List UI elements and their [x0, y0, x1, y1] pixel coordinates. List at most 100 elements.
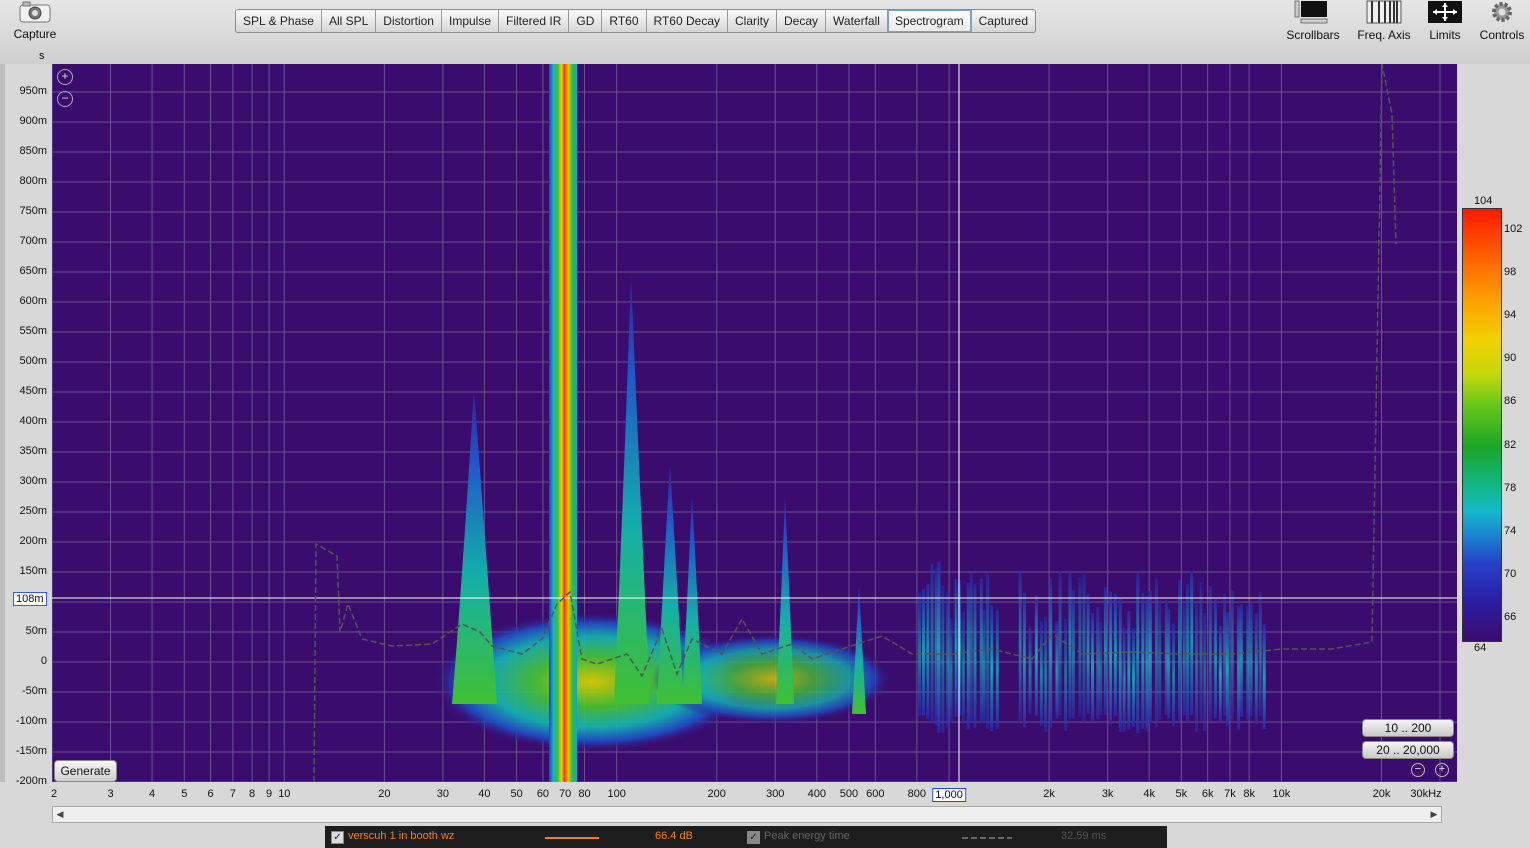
hf-energy-bar [1082, 574, 1086, 723]
tab-spl-phase[interactable]: SPL & Phase [236, 10, 322, 32]
x-tick-label: 50 [510, 788, 523, 800]
high-freq-energy [918, 562, 1266, 734]
hf-energy-bar [1028, 626, 1032, 715]
tab-rt60[interactable]: RT60 [602, 10, 647, 32]
controls-label: Controls [1479, 28, 1525, 42]
hf-energy-bar [1167, 608, 1171, 719]
y-tick-label: 900m [19, 115, 47, 127]
y-tick-label: 300m [19, 475, 47, 487]
x-tick-label: 500 [839, 788, 859, 800]
tab-clarity[interactable]: Clarity [728, 10, 778, 32]
hf-energy-bar [986, 573, 990, 729]
x-tick-label: 4 [148, 788, 156, 800]
peak-energy-label: Peak energy time [764, 830, 850, 842]
x-tick-label: 80 [578, 788, 591, 800]
hf-energy-bar [1218, 625, 1222, 722]
spectrogram-plot[interactable]: + − [52, 64, 1457, 782]
hf-energy-bar [1262, 624, 1266, 730]
color-scale-tick: 66 [1504, 611, 1517, 624]
y-tick-label: 650m [19, 265, 47, 277]
color-scale-tick: 94 [1504, 309, 1517, 321]
gear-icon [1492, 2, 1512, 22]
range-10-200-button[interactable]: 10 .. 200 [1362, 719, 1454, 737]
x-tick-label: 9 [266, 788, 273, 800]
capture-label: Capture [13, 27, 57, 41]
tab-spectrogram[interactable]: Spectrogram [887, 10, 972, 32]
tab-waterfall[interactable]: Waterfall [826, 10, 888, 32]
x-tick-label: 8 [249, 788, 256, 800]
color-scale-bar [1462, 208, 1502, 642]
scroll-right-icon[interactable]: ▶ [1427, 807, 1441, 822]
color-scale-tick: 74 [1504, 525, 1517, 537]
zoom-in-icon[interactable]: + [57, 69, 73, 85]
y-tick-label: 350m [19, 445, 47, 457]
color-scale-max: 104 [1474, 195, 1493, 207]
tab-decay[interactable]: Decay [777, 10, 827, 32]
y-tick-label: 500m [19, 355, 47, 367]
trace-line-icon [545, 837, 599, 839]
hf-energy-bar [1103, 587, 1107, 715]
hf-energy-bar [1178, 579, 1182, 721]
hf-energy-bar [930, 563, 934, 724]
hf-energy-bar [1246, 605, 1250, 721]
analysis-tabs: SPL & Phase All SPL Distortion Impulse F… [235, 9, 1037, 33]
freq-axis-icon [1366, 0, 1402, 24]
x-zoom-in-icon[interactable]: + [1435, 763, 1449, 777]
tab-gd[interactable]: GD [569, 10, 603, 32]
x-tick-label: 2k [1043, 788, 1055, 800]
x-tick-label: 40 [478, 788, 491, 800]
hf-energy-bar [990, 604, 994, 732]
trace-value: 66.4 dB [655, 830, 693, 842]
zoom-out-icon[interactable]: − [57, 91, 73, 107]
x-tick-label: 600 [866, 788, 885, 800]
x-tick-label: 6 [207, 788, 214, 800]
cursor-y-readout: 108m [13, 592, 47, 606]
x-tick-label: 70 [559, 788, 572, 800]
hf-energy-bar [949, 618, 953, 723]
hf-energy-bar [1239, 604, 1243, 717]
trace-checkbox[interactable]: ✓ [331, 831, 344, 844]
y-tick-label: -150m [15, 745, 47, 757]
x-zoom-out-icon[interactable]: − [1411, 763, 1425, 777]
color-scale-min: 64 [1474, 642, 1487, 654]
hf-energy-bar [1113, 594, 1117, 717]
freq-axis-label: Freq. Axis [1357, 28, 1411, 42]
tab-distortion[interactable]: Distortion [376, 10, 442, 32]
peak-energy-checkbox[interactable]: ✓ [747, 831, 760, 844]
hf-energy-bar [934, 568, 938, 726]
x-tick-label: 6k [1201, 788, 1214, 800]
x-tick-label: 300 [766, 788, 785, 800]
y-tick-label: 800m [19, 175, 47, 187]
tab-filtered-ir[interactable]: Filtered IR [499, 10, 570, 32]
x-tick-label: 4k [1143, 788, 1155, 800]
x-tick-label: 200 [707, 788, 726, 800]
hf-energy-bar [973, 583, 977, 728]
x-tick-label: 10 [278, 788, 291, 800]
y-tick-label: 0 [40, 655, 47, 667]
horizontal-scrollbar[interactable]: ◀ ▶ [52, 806, 1442, 823]
tab-captured[interactable]: Captured [972, 10, 1035, 32]
tab-all-spl[interactable]: All SPL [322, 10, 377, 32]
hf-energy-bar [1237, 606, 1241, 730]
hf-energy-bar [1254, 613, 1258, 725]
toolbar: Capture s SPL & Phase All SPL Distortion… [0, 0, 1530, 64]
range-20-20000-button[interactable]: 20 .. 20,000 [1362, 741, 1454, 759]
color-scale-tick: 102 [1504, 222, 1523, 235]
generate-button[interactable]: Generate [54, 760, 117, 782]
x-tick-label: 20k [1372, 788, 1391, 800]
tab-impulse[interactable]: Impulse [442, 10, 500, 32]
hf-energy-bar [1172, 623, 1176, 726]
scroll-left-icon[interactable]: ◀ [53, 807, 67, 822]
hf-energy-bar [926, 583, 930, 720]
y-tick-label: -50m [21, 685, 47, 697]
color-scale-tick: 82 [1504, 438, 1517, 451]
hf-energy-bar [961, 612, 965, 724]
hf-energy-bar [1091, 613, 1095, 721]
tab-rt60-decay[interactable]: RT60 Decay [647, 10, 728, 32]
hf-energy-bar [1190, 570, 1194, 716]
y-axis-unit: s [39, 50, 45, 62]
spike-150hz [682, 494, 702, 704]
hf-energy-bar [1158, 600, 1162, 721]
x-tick-label: 30kHz [1410, 788, 1442, 800]
x-tick-label: 60 [536, 788, 550, 800]
